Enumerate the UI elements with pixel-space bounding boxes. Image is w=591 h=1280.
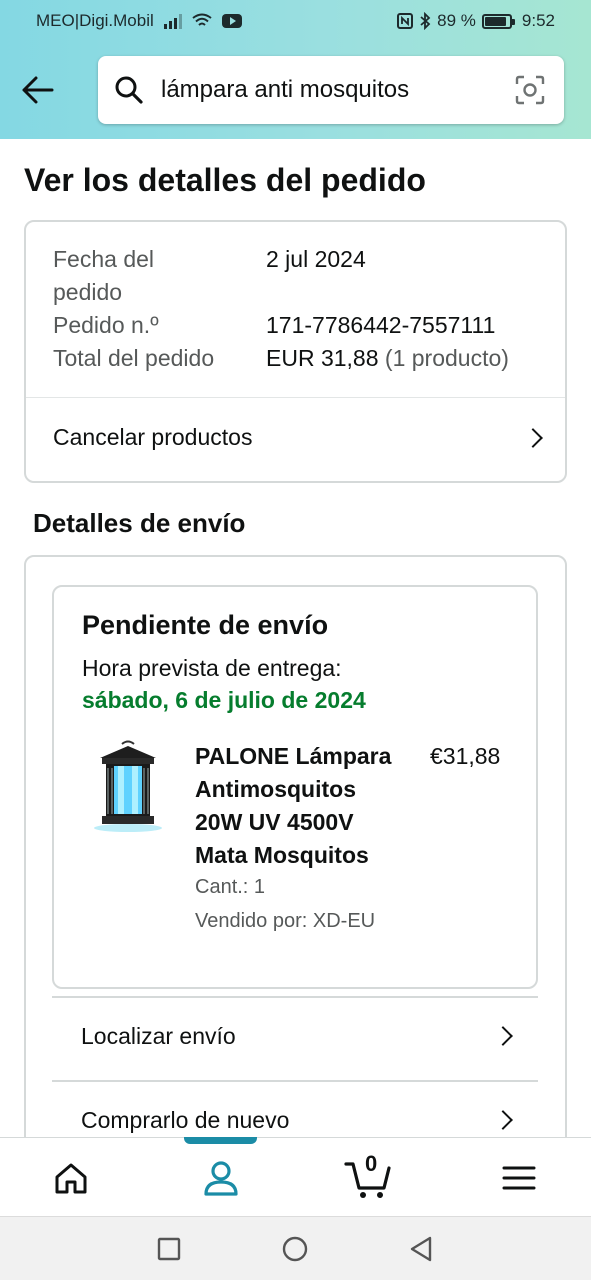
product-title-line: 20W UV 4500V	[195, 809, 354, 835]
order-number-value: 171-7786442-7557111	[266, 312, 496, 338]
order-number-label: Pedido n.º	[53, 312, 159, 338]
product-title[interactable]: PALONE Lámpara Antimosquitos 20W UV 4500…	[195, 740, 391, 872]
product-quantity: Cant.: 1	[195, 876, 266, 898]
system-navigation-bar	[0, 1216, 591, 1280]
back-triangle-icon[interactable]	[408, 1236, 434, 1262]
recent-apps-icon[interactable]	[157, 1237, 181, 1261]
order-date-label-line1: Fecha del	[53, 246, 155, 272]
wifi-icon	[192, 13, 212, 26]
battery-icon	[481, 13, 515, 29]
buy-again-label: Comprarlo de nuevo	[81, 1107, 290, 1133]
youtube-notification-icon	[221, 14, 242, 28]
cancel-products-label: Cancelar productos	[53, 424, 253, 450]
search-bar[interactable]: lámpara anti mosquitos	[98, 56, 564, 124]
search-icon	[115, 76, 143, 104]
order-total-value: EUR 31,88 (1 producto)	[266, 342, 509, 375]
track-shipment-label: Localizar envío	[81, 1023, 236, 1049]
battery-percent: 89 %	[437, 11, 476, 30]
active-tab-indicator	[184, 1137, 257, 1144]
eta-label: Hora prevista de entrega:	[82, 655, 342, 681]
menu-icon[interactable]	[502, 1165, 536, 1191]
order-date-label-line2: pedido	[53, 279, 123, 305]
account-icon[interactable]	[202, 1159, 240, 1197]
cart-button[interactable]: 0	[344, 1151, 394, 1200]
chevron-right-icon	[523, 428, 543, 448]
signal-icon	[163, 13, 182, 29]
home-circle-icon[interactable]	[282, 1236, 308, 1262]
product-image[interactable]	[82, 738, 174, 834]
home-icon[interactable]	[54, 1162, 88, 1194]
shipment-status: Pendiente de envío	[82, 610, 329, 640]
bluetooth-icon	[420, 12, 431, 30]
cancel-products-row[interactable]: Cancelar productos	[26, 398, 565, 480]
back-arrow-icon[interactable]	[18, 70, 58, 110]
nfc-icon	[397, 13, 414, 29]
search-input[interactable]: lámpara anti mosquitos	[161, 76, 409, 104]
order-item-count: (1 producto)	[384, 345, 509, 371]
product-title-line: PALONE Lámpara	[195, 743, 392, 769]
clock: 9:52	[521, 11, 555, 30]
page-title: Ver los detalles del pedido	[24, 162, 426, 198]
camera-search-icon[interactable]	[514, 74, 546, 106]
product-price: €31,88	[430, 743, 501, 769]
status-bar: MEO|Digi.Mobil 89 % 9:52	[0, 0, 591, 42]
product-seller: Vendido por: XD-EU	[195, 910, 376, 932]
track-shipment-row[interactable]: Localizar envío	[52, 998, 538, 1080]
cart-count-badge: 0	[365, 1151, 378, 1176]
chevron-right-icon	[493, 1026, 513, 1046]
chevron-right-icon	[493, 1110, 513, 1130]
product-title-line: Mata Mosquitos	[195, 842, 369, 868]
order-total-amount: EUR 31,88	[266, 345, 379, 371]
eta-date: sábado, 6 de julio de 2024	[82, 687, 366, 713]
buy-again-row[interactable]: Comprarlo de nuevo	[52, 1082, 538, 1137]
order-date-value: 2 jul 2024	[266, 246, 366, 272]
carrier-name: MEO|Digi.Mobil	[36, 11, 154, 30]
bottom-nav-bar: 0	[0, 1137, 591, 1216]
shipping-section-title: Detalles de envío	[33, 508, 246, 538]
app-header: MEO|Digi.Mobil 89 % 9:52 lámpara anti mo…	[0, 0, 591, 139]
order-total-label: Total del pedido	[53, 345, 215, 371]
product-title-line: Antimosquitos	[195, 776, 356, 802]
